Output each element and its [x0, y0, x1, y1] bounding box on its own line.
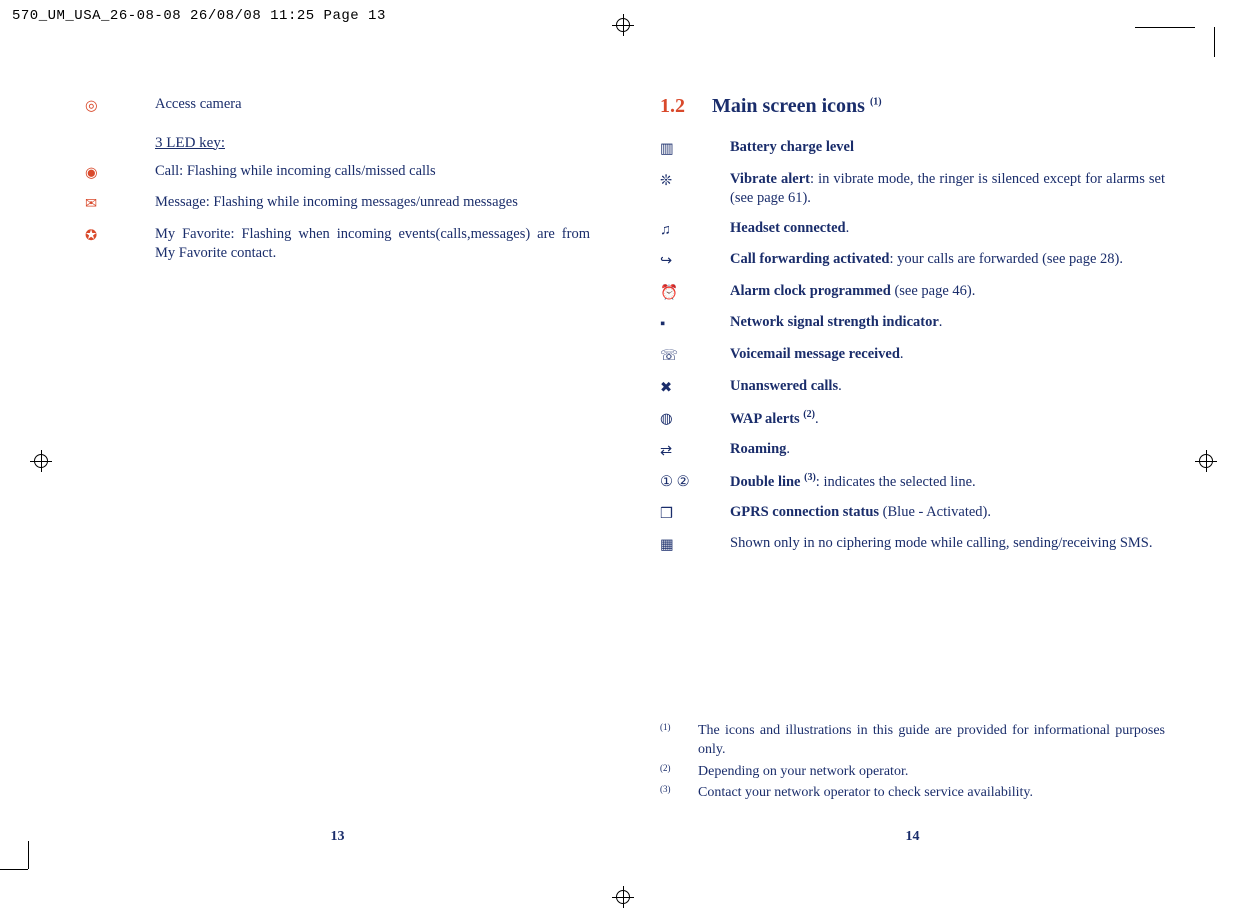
- page-left: ◎Access camera 3 LED key: ◉Call: Flashin…: [55, 75, 620, 875]
- vibrate-icon: ❊: [660, 170, 730, 192]
- item-text: WAP alerts (2).: [730, 408, 1165, 429]
- list-item: ☏Voicemail message received.: [660, 345, 1165, 367]
- voicemail-icon: ☏: [660, 345, 730, 367]
- list-item: ① ②Double line (3): indicates the select…: [660, 471, 1165, 493]
- item-text: Call forwarding activated: your calls ar…: [730, 250, 1165, 270]
- item-text: Roaming.: [730, 440, 1165, 460]
- section-title: Main screen icons (1): [712, 95, 882, 117]
- footnote: (2)Depending on your network operator.: [660, 762, 1165, 782]
- left-led-items: ◉Call: Flashing while incoming calls/mis…: [85, 162, 590, 264]
- footnote-mark: (3): [660, 783, 698, 803]
- favorite-led-icon: ✪: [85, 225, 155, 247]
- item-text: Network signal strength indicator.: [730, 313, 1165, 333]
- registration-mark: [1195, 450, 1217, 472]
- registration-mark: [612, 886, 634, 908]
- registration-mark: [30, 450, 52, 472]
- list-item: ◍WAP alerts (2).: [660, 408, 1165, 430]
- item-text: Message: Flashing while incoming message…: [155, 193, 590, 213]
- item-text: Alarm clock programmed (see page 46).: [730, 282, 1165, 302]
- item-text: Call: Flashing while incoming calls/miss…: [155, 162, 590, 182]
- list-item: ✉Message: Flashing while incoming messag…: [85, 193, 590, 215]
- battery-icon: ▥: [660, 138, 730, 160]
- wap-icon: ◍: [660, 408, 730, 430]
- signal-icon: ▪: [660, 313, 730, 335]
- item-text: Headset connected.: [730, 219, 1165, 239]
- footnote: (3)Contact your network operator to chec…: [660, 783, 1165, 803]
- list-item: ❊Vibrate alert: in vibrate mode, the rin…: [660, 170, 1165, 209]
- item-text: Vibrate alert: in vibrate mode, the ring…: [730, 170, 1165, 209]
- left-items: ◎Access camera: [85, 95, 590, 117]
- right-items: ▥Battery charge level❊Vibrate alert: in …: [660, 138, 1165, 556]
- list-item: ▦Shown only in no ciphering mode while c…: [660, 534, 1165, 556]
- list-item: ▪Network signal strength indicator.: [660, 313, 1165, 335]
- gprs-icon: ❒: [660, 503, 730, 525]
- print-slug: 570_UM_USA_26-08-08 26/08/08 11:25 Page …: [12, 8, 386, 24]
- section-number: 1.2: [660, 95, 685, 117]
- registration-mark: [612, 14, 634, 36]
- list-item: ◉Call: Flashing while incoming calls/mis…: [85, 162, 590, 184]
- camera-icon: ◎: [85, 95, 155, 117]
- headset-icon: ♫: [660, 219, 730, 241]
- list-item: ↪Call forwarding activated: your calls a…: [660, 250, 1165, 272]
- list-item: ◎Access camera: [85, 95, 590, 117]
- item-text: Shown only in no ciphering mode while ca…: [730, 534, 1165, 554]
- footnote: (1)The icons and illustrations in this g…: [660, 721, 1165, 760]
- unanswered-icon: ✖: [660, 377, 730, 399]
- item-text: My Favorite: Flashing when incoming even…: [155, 225, 590, 264]
- item-text: Voicemail message received.: [730, 345, 1165, 365]
- ciphering-icon: ▦: [660, 534, 730, 556]
- call-forward-icon: ↪: [660, 250, 730, 272]
- page-number-right: 14: [906, 829, 920, 845]
- item-text: Double line (3): indicates the selected …: [730, 471, 1165, 492]
- footnote-text: Depending on your network operator.: [698, 762, 1165, 782]
- page-right: 1.2 Main screen icons (1) ▥Battery charg…: [630, 75, 1195, 875]
- item-text: Battery charge level: [730, 138, 1165, 158]
- alarm-icon: ⏰: [660, 282, 730, 304]
- item-text: Unanswered calls.: [730, 377, 1165, 397]
- list-item: ✪My Favorite: Flashing when incoming eve…: [85, 225, 590, 264]
- footnote-text: The icons and illustrations in this guid…: [698, 721, 1165, 760]
- item-text: GPRS connection status (Blue - Activated…: [730, 503, 1165, 523]
- message-led-icon: ✉: [85, 193, 155, 215]
- roaming-icon: ⇄: [660, 440, 730, 462]
- page-number-left: 13: [331, 829, 345, 845]
- footnote-mark: (1): [660, 721, 698, 760]
- list-item: ▥Battery charge level: [660, 138, 1165, 160]
- footnote-mark: (2): [660, 762, 698, 782]
- crop-mark: [0, 869, 28, 870]
- crop-mark: [1135, 0, 1195, 28]
- section-heading: 1.2 Main screen icons (1): [660, 95, 1165, 118]
- list-item: ✖Unanswered calls.: [660, 377, 1165, 399]
- list-item: ♫Headset connected.: [660, 219, 1165, 241]
- led-key-heading: 3 LED key:: [155, 135, 590, 152]
- footnote-text: Contact your network operator to check s…: [698, 783, 1165, 803]
- list-item: ⏰Alarm clock programmed (see page 46).: [660, 282, 1165, 304]
- double-line-icon: ① ②: [660, 471, 730, 493]
- call-led-icon: ◉: [85, 162, 155, 184]
- list-item: ⇄Roaming.: [660, 440, 1165, 462]
- item-text: Access camera: [155, 95, 590, 115]
- footnotes: (1)The icons and illustrations in this g…: [660, 721, 1165, 805]
- list-item: ❒GPRS connection status (Blue - Activate…: [660, 503, 1165, 525]
